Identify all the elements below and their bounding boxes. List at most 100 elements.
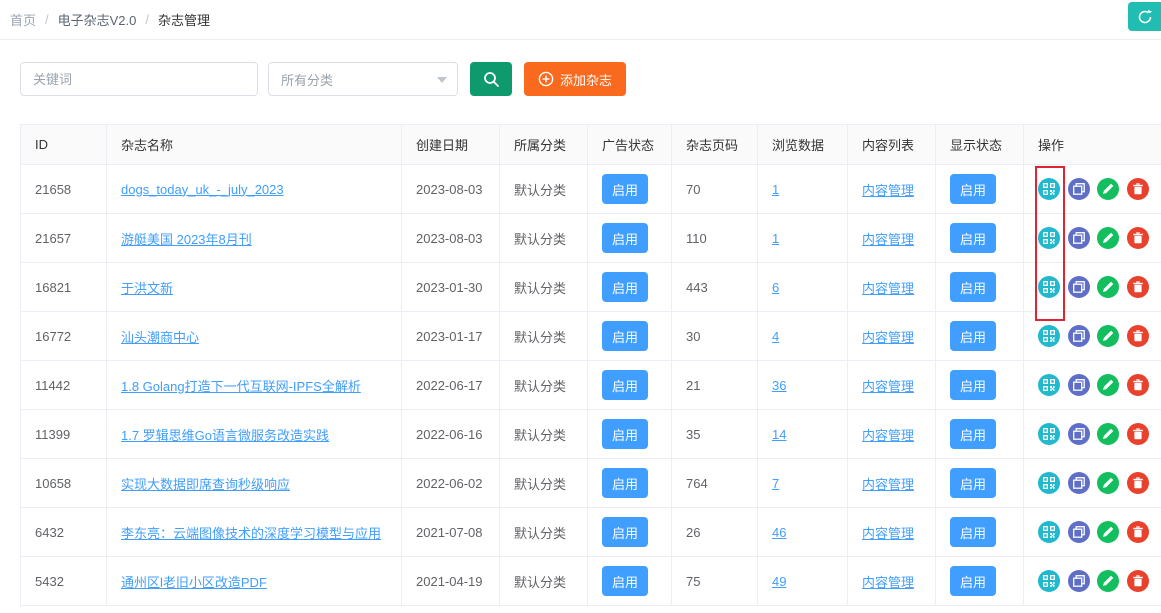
magazine-name-link[interactable]: 游艇美国 2023年8月刊 bbox=[121, 232, 252, 247]
keyword-input[interactable] bbox=[20, 62, 258, 96]
qrcode-button[interactable] bbox=[1038, 472, 1060, 494]
magazine-name-link[interactable]: 李东亮：云端图像技术的深度学习模型与应用 bbox=[121, 526, 381, 541]
category-select-value: 所有分类 bbox=[281, 70, 333, 89]
copy-button[interactable] bbox=[1068, 423, 1090, 445]
copy-button[interactable] bbox=[1068, 570, 1090, 592]
ad-status-button[interactable]: 启用 bbox=[602, 517, 648, 547]
breadcrumb-emagazine[interactable]: 电子杂志V2.0 bbox=[58, 10, 137, 29]
table-row: 10658 实现大数据即席查询秒级响应 2022-06-02 默认分类 启用 7… bbox=[21, 459, 1161, 508]
delete-button[interactable] bbox=[1127, 178, 1149, 200]
content-manage-link[interactable]: 内容管理 bbox=[862, 575, 914, 590]
edit-button[interactable] bbox=[1097, 276, 1119, 298]
views-count-link[interactable]: 46 bbox=[772, 525, 786, 540]
display-status-button[interactable]: 启用 bbox=[950, 468, 996, 498]
copy-button[interactable] bbox=[1068, 227, 1090, 249]
category-name: 默认分类 bbox=[514, 575, 566, 590]
magazine-name-link[interactable]: 汕头潮商中心 bbox=[121, 330, 199, 345]
qrcode-icon bbox=[1043, 330, 1055, 342]
magazine-name-link[interactable]: 通州区l老旧小区改造PDF bbox=[121, 575, 267, 590]
views-count-link[interactable]: 49 bbox=[772, 574, 786, 589]
search-button[interactable] bbox=[470, 62, 512, 96]
delete-button[interactable] bbox=[1127, 325, 1149, 347]
add-magazine-button[interactable]: 添加杂志 bbox=[524, 62, 626, 96]
copy-button[interactable] bbox=[1068, 276, 1090, 298]
magazine-id: 5432 bbox=[35, 574, 64, 589]
content-manage-link[interactable]: 内容管理 bbox=[862, 232, 914, 247]
display-status-button[interactable]: 启用 bbox=[950, 321, 996, 351]
display-status-button[interactable]: 启用 bbox=[950, 370, 996, 400]
chevron-down-icon bbox=[437, 77, 447, 83]
views-count-link[interactable]: 1 bbox=[772, 231, 779, 246]
edit-button[interactable] bbox=[1097, 227, 1119, 249]
created-date: 2023-01-17 bbox=[416, 329, 483, 344]
copy-button[interactable] bbox=[1068, 178, 1090, 200]
delete-button[interactable] bbox=[1127, 472, 1149, 494]
edit-button[interactable] bbox=[1097, 472, 1119, 494]
display-status-button[interactable]: 启用 bbox=[950, 272, 996, 302]
ad-status-button[interactable]: 启用 bbox=[602, 370, 648, 400]
display-status-button[interactable]: 启用 bbox=[950, 517, 996, 547]
qrcode-button[interactable] bbox=[1038, 227, 1060, 249]
qrcode-button[interactable] bbox=[1038, 423, 1060, 445]
qrcode-button[interactable] bbox=[1038, 276, 1060, 298]
ad-status-button[interactable]: 启用 bbox=[602, 419, 648, 449]
ad-status-button[interactable]: 启用 bbox=[602, 272, 648, 302]
edit-button[interactable] bbox=[1097, 178, 1119, 200]
edit-button[interactable] bbox=[1097, 325, 1119, 347]
edit-button[interactable] bbox=[1097, 521, 1119, 543]
content-manage-link[interactable]: 内容管理 bbox=[862, 526, 914, 541]
edit-button[interactable] bbox=[1097, 423, 1119, 445]
magazine-name-link[interactable]: 1.7 罗辑思维Go语言微服务改造实践 bbox=[121, 428, 329, 443]
refresh-button[interactable] bbox=[1128, 2, 1161, 31]
display-status-button[interactable]: 启用 bbox=[950, 419, 996, 449]
qrcode-button[interactable] bbox=[1038, 521, 1060, 543]
qrcode-icon bbox=[1043, 281, 1055, 293]
views-count-link[interactable]: 14 bbox=[772, 427, 786, 442]
content-manage-link[interactable]: 内容管理 bbox=[862, 428, 914, 443]
display-status-button[interactable]: 启用 bbox=[950, 566, 996, 596]
delete-button[interactable] bbox=[1127, 227, 1149, 249]
qrcode-button[interactable] bbox=[1038, 570, 1060, 592]
magazine-name-link[interactable]: 于洪文新 bbox=[121, 281, 173, 296]
breadcrumb-home[interactable]: 首页 bbox=[10, 10, 36, 29]
magazine-name-link[interactable]: dogs_today_uk_-_july_2023 bbox=[121, 182, 284, 197]
content-manage-link[interactable]: 内容管理 bbox=[862, 379, 914, 394]
magazine-name-link[interactable]: 1.8 Golang打造下一代互联网-IPFS全解析 bbox=[121, 379, 361, 394]
ad-status-button[interactable]: 启用 bbox=[602, 566, 648, 596]
trash-icon bbox=[1132, 428, 1144, 440]
copy-button[interactable] bbox=[1068, 472, 1090, 494]
category-select[interactable]: 所有分类 bbox=[268, 62, 458, 96]
qrcode-button[interactable] bbox=[1038, 374, 1060, 396]
copy-button[interactable] bbox=[1068, 325, 1090, 347]
delete-button[interactable] bbox=[1127, 423, 1149, 445]
content-manage-link[interactable]: 内容管理 bbox=[862, 477, 914, 492]
delete-button[interactable] bbox=[1127, 276, 1149, 298]
views-count-link[interactable]: 4 bbox=[772, 329, 779, 344]
delete-button[interactable] bbox=[1127, 521, 1149, 543]
display-status-button[interactable]: 启用 bbox=[950, 223, 996, 253]
magazine-name-link[interactable]: 实现大数据即席查询秒级响应 bbox=[121, 477, 290, 492]
ad-status-button[interactable]: 启用 bbox=[602, 174, 648, 204]
content-manage-link[interactable]: 内容管理 bbox=[862, 183, 914, 198]
created-date: 2022-06-17 bbox=[416, 378, 483, 393]
edit-button[interactable] bbox=[1097, 570, 1119, 592]
copy-button[interactable] bbox=[1068, 521, 1090, 543]
content-manage-link[interactable]: 内容管理 bbox=[862, 281, 914, 296]
copy-button[interactable] bbox=[1068, 374, 1090, 396]
views-count-link[interactable]: 7 bbox=[772, 476, 779, 491]
delete-button[interactable] bbox=[1127, 374, 1149, 396]
qrcode-button[interactable] bbox=[1038, 325, 1060, 347]
content-manage-link[interactable]: 内容管理 bbox=[862, 330, 914, 345]
table-row: 11442 1.8 Golang打造下一代互联网-IPFS全解析 2022-06… bbox=[21, 361, 1161, 410]
ad-status-button[interactable]: 启用 bbox=[602, 321, 648, 351]
views-count-link[interactable]: 6 bbox=[772, 280, 779, 295]
display-status-button[interactable]: 启用 bbox=[950, 174, 996, 204]
ad-status-button[interactable]: 启用 bbox=[602, 223, 648, 253]
delete-button[interactable] bbox=[1127, 570, 1149, 592]
views-count-link[interactable]: 36 bbox=[772, 378, 786, 393]
edit-button[interactable] bbox=[1097, 374, 1119, 396]
copy-icon bbox=[1073, 477, 1085, 489]
views-count-link[interactable]: 1 bbox=[772, 182, 779, 197]
ad-status-button[interactable]: 启用 bbox=[602, 468, 648, 498]
qrcode-button[interactable] bbox=[1038, 178, 1060, 200]
